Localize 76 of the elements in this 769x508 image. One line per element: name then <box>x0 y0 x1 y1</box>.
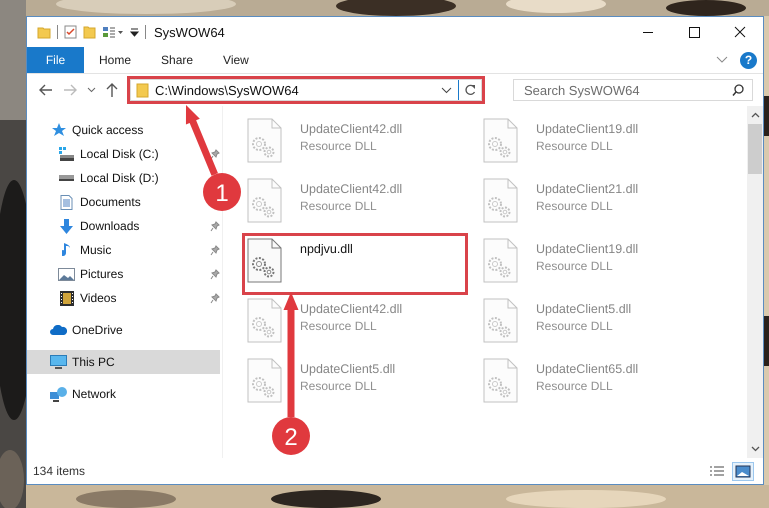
nav-item[interactable]: Downloads <box>80 219 140 233</box>
up-arrow-icon[interactable] <box>106 83 118 97</box>
step-number: 2 <box>284 424 298 451</box>
nav-item[interactable]: Local Disk (D:) <box>80 171 159 185</box>
file-type: Resource DLL <box>536 199 614 213</box>
large-icons-view-icon[interactable] <box>733 462 753 480</box>
drive-windows-icon <box>58 147 75 161</box>
refresh-icon[interactable] <box>464 84 476 96</box>
star-icon <box>50 122 68 138</box>
nav-item[interactable]: Pictures <box>80 267 124 281</box>
file-type: Resource DLL <box>536 379 614 393</box>
ribbon-tab[interactable]: Share <box>146 47 208 73</box>
music-icon <box>62 242 72 258</box>
ribbon-tab[interactable]: View <box>208 47 264 73</box>
pc-icon <box>50 355 67 369</box>
dll-file-icon[interactable] <box>247 238 282 283</box>
downloads-icon <box>60 218 73 234</box>
scroll-up-icon[interactable] <box>750 112 760 118</box>
file-type: Resource DLL <box>536 139 614 153</box>
nav-item[interactable]: Quick access <box>72 123 144 137</box>
scroll-down-icon[interactable] <box>750 446 760 452</box>
item-count: 134 items <box>33 464 86 478</box>
address-path: C:\Windows\SysWOW64 <box>155 82 300 98</box>
scrollbar[interactable] <box>747 106 763 458</box>
nav-item[interactable]: OneDrive <box>72 323 123 337</box>
file-menu-button[interactable]: File <box>27 47 84 73</box>
drive-icon <box>59 175 74 181</box>
folder-icon <box>136 82 149 98</box>
step-badge <box>203 173 241 211</box>
search-field[interactable]: Search SysWOW64 <box>513 79 753 101</box>
videos-icon <box>60 290 74 306</box>
nav-item[interactable]: This PC <box>72 355 115 369</box>
nav-item[interactable]: Network <box>72 387 116 401</box>
file-type: Resource DLL <box>536 319 614 333</box>
file-name[interactable]: UpdateClient42.dll <box>300 122 402 136</box>
documents-icon <box>60 194 73 210</box>
file-type: Resource DLL <box>300 139 378 153</box>
file-type: Resource DLL <box>300 199 378 213</box>
ribbon-tab[interactable]: Home <box>84 47 146 73</box>
step-badge <box>272 417 310 455</box>
nav-item[interactable]: Videos <box>80 291 116 305</box>
pictures-icon <box>58 268 75 280</box>
file-name[interactable]: UpdateClient42.dll <box>300 182 402 196</box>
view-list-icon[interactable] <box>102 26 124 38</box>
file-name[interactable]: UpdateClient42.dll <box>300 302 402 316</box>
nav-item-highlight[interactable]: This PC <box>27 350 220 374</box>
cloud-icon <box>50 325 67 335</box>
step-number: 1 <box>215 180 229 207</box>
file-name[interactable]: UpdateClient19.dll <box>536 242 638 256</box>
folder-icon[interactable] <box>83 25 96 39</box>
nav-item[interactable]: Music <box>80 243 112 257</box>
scroll-thumb[interactable] <box>748 124 762 174</box>
chevron-down-icon[interactable] <box>87 87 96 93</box>
forward-arrow-icon[interactable] <box>63 84 77 96</box>
search-icon <box>732 84 744 96</box>
file-name[interactable]: UpdateClient21.dll <box>536 182 638 196</box>
file-name[interactable]: npdjvu.dll <box>300 242 353 256</box>
file-type: Resource DLL <box>536 259 614 273</box>
file-name[interactable]: UpdateClient5.dll <box>536 302 632 316</box>
address-bar[interactable]: C:\Windows\SysWOW64 <box>130 79 482 101</box>
nav-item[interactable]: Local Disk (C:) <box>80 147 159 161</box>
file-type: Resource DLL <box>300 379 378 393</box>
file-name[interactable]: UpdateClient5.dll <box>300 362 396 376</box>
window-title: SysWOW64 <box>154 24 225 40</box>
file-name[interactable]: UpdateClient65.dll <box>536 362 638 376</box>
caret-icon[interactable] <box>130 27 139 37</box>
callout-arrow <box>186 105 218 176</box>
back-arrow-icon[interactable] <box>39 84 53 96</box>
file-name[interactable]: UpdateClient19.dll <box>536 122 638 136</box>
folder-icon[interactable] <box>37 26 51 38</box>
network-icon <box>50 386 67 402</box>
checklist-icon[interactable] <box>64 25 77 39</box>
chevron-down-icon[interactable] <box>441 86 452 94</box>
help-button[interactable]: ? <box>740 52 757 68</box>
nav-item[interactable]: Documents <box>80 195 141 209</box>
file-type: Resource DLL <box>300 319 378 333</box>
